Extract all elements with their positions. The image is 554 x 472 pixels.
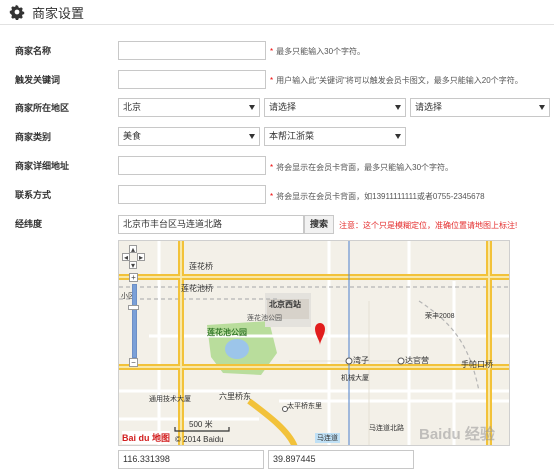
gear-icon <box>9 4 25 20</box>
keyword-hint: * 用户输入此"关键词"将可以触发会员卡图文，最多只能输入20个字符。 <box>270 76 523 85</box>
location-search-input[interactable]: 北京市丰台区马连道北路 <box>118 215 304 234</box>
city-select[interactable]: 请选择 <box>264 98 406 117</box>
map-label: 湾子 <box>353 356 369 365</box>
chevron-down-icon <box>249 105 255 110</box>
latitude-input[interactable]: 39.897445 <box>268 450 414 469</box>
category-sub-select[interactable]: 本帮江浙菜 <box>264 127 406 146</box>
chevron-down-icon <box>249 134 255 139</box>
province-select[interactable]: 北京 <box>118 98 260 117</box>
province-value: 北京 <box>123 102 142 112</box>
chevron-down-icon <box>395 134 401 139</box>
map-canvas <box>119 241 509 445</box>
map-label: 北京西站 <box>269 300 301 309</box>
city-value: 请选择 <box>269 102 297 112</box>
pan-left-button[interactable]: ◂ <box>122 253 130 262</box>
pan-up-button[interactable]: ▴ <box>129 245 137 254</box>
map-label: 莲花池桥 <box>181 284 213 293</box>
contact-input[interactable] <box>118 185 266 204</box>
name-label: 商家名称 <box>15 46 52 56</box>
zoom-out-button[interactable]: − <box>129 358 138 367</box>
coords-label: 经纬度 <box>15 219 43 229</box>
address-hint: * 将会显示在会员卡背面，最多只能输入30个字符。 <box>270 163 454 172</box>
chevron-down-icon <box>395 105 401 110</box>
name-hint: * 最多只能输入30个字符。 <box>270 47 366 56</box>
map-label: 莲花池公园 <box>207 328 247 337</box>
zoom-slider-handle[interactable] <box>128 305 139 310</box>
baidu-map[interactable]: 莲花桥 莲花池桥 北京西站 莲花池公园 莲花池公园 荣丰2008 湾子 达官营 … <box>118 240 510 446</box>
zoom-slider-track[interactable] <box>132 284 137 358</box>
map-label: 莲花池公园 <box>247 315 282 322</box>
map-label: 马连道北路 <box>369 425 404 432</box>
keyword-label: 触发关键词 <box>15 75 61 85</box>
search-button[interactable]: 搜索 <box>304 215 334 234</box>
map-label: 荣丰2008 <box>425 313 455 320</box>
map-label: 六里桥东 <box>219 392 251 401</box>
address-input[interactable] <box>118 156 266 175</box>
chevron-down-icon <box>539 105 545 110</box>
map-scale: 500 米 <box>189 420 213 429</box>
pan-down-button[interactable]: ▾ <box>129 261 137 270</box>
map-label: 达官营 <box>405 356 429 365</box>
category-main-select[interactable]: 美食 <box>118 127 260 146</box>
category-sub-value: 本帮江浙菜 <box>269 131 315 141</box>
longitude-input[interactable]: 116.331398 <box>118 450 264 469</box>
pan-right-button[interactable]: ▸ <box>137 253 145 262</box>
district-value: 请选择 <box>415 102 443 112</box>
map-label: 通用技术大厦 <box>149 396 191 403</box>
watermark: Baidu 经验 <box>419 426 495 443</box>
address-label: 商家详细地址 <box>15 161 70 171</box>
category-label: 商家类别 <box>15 132 52 142</box>
location-warning: 注意：这个只是模糊定位，准确位置请地图上标注! <box>339 221 518 230</box>
map-label: 手帕口桥 <box>461 360 493 369</box>
baidu-logo: Bai du 地图 <box>122 431 171 444</box>
map-label: 莲花桥 <box>189 262 213 271</box>
name-input[interactable] <box>118 41 266 60</box>
map-label: 机械大厦 <box>341 375 369 382</box>
contact-hint: * 将会显示在会员卡背面，如13911111111或者0755-2345678 <box>270 192 485 201</box>
page-title: 商家设置 <box>32 6 85 21</box>
map-label: 太平桥东里 <box>287 403 322 410</box>
page-header: 商家设置 <box>0 0 554 25</box>
zoom-in-button[interactable]: + <box>129 273 138 282</box>
map-copyright: © 2014 Baidu <box>175 435 224 444</box>
category-main-value: 美食 <box>123 131 142 141</box>
map-label: 马连道 <box>315 433 340 443</box>
contact-label: 联系方式 <box>15 190 52 200</box>
region-label: 商家所在地区 <box>15 103 70 113</box>
district-select[interactable]: 请选择 <box>410 98 550 117</box>
keyword-input[interactable] <box>118 70 266 89</box>
